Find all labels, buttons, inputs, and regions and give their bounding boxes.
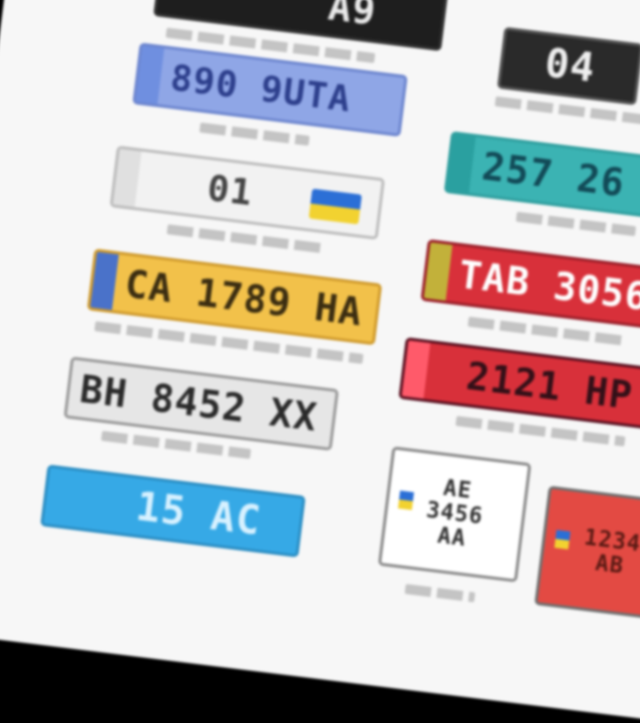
plate-number-1: A9 (325, 0, 379, 34)
plate-caption-3 (199, 122, 310, 146)
plate-number-4: 257 26 PE (479, 144, 640, 214)
ukraine-flag-icon (308, 188, 362, 225)
license-plate-11: 1234 AB (534, 485, 640, 622)
plates-sheet: A9 04 890 9UTA 257 26 PE 01 TAB 3056 CA … (0, 0, 640, 723)
license-plate-8: 2121 HP (398, 337, 640, 434)
plate-number-9: BH 8452 XX (77, 366, 320, 440)
plate-number-5: 01 (205, 167, 256, 214)
plate-number-12: 15 AC (133, 483, 264, 545)
plate-number-7: CA 1789 HA (122, 261, 366, 335)
license-plate-12: 15 AC (40, 464, 306, 558)
plate-number-3: 890 9UTA (168, 57, 354, 120)
license-plate-6: TAB 3056 (420, 239, 640, 335)
ukraine-flag-icon-2 (397, 490, 415, 511)
plate-number-6: TAB 3056 (456, 252, 640, 320)
plate-caption-4 (515, 211, 637, 237)
license-plate-10: AE 3456 AA (377, 446, 532, 583)
license-plate-5: 01 (109, 145, 386, 240)
plate-number-10: AE 3456 AA (424, 475, 485, 552)
plate-number-2: 04 (542, 40, 598, 92)
plate-number-8: 2121 HP (463, 353, 636, 418)
ukraine-flag-icon-3 (554, 529, 571, 550)
license-plate-2: 04 (496, 26, 640, 106)
plate-caption-12 (404, 583, 476, 603)
plate-number-11: 1234 AB (582, 525, 640, 580)
license-plate-4: 257 26 PE (443, 131, 640, 225)
